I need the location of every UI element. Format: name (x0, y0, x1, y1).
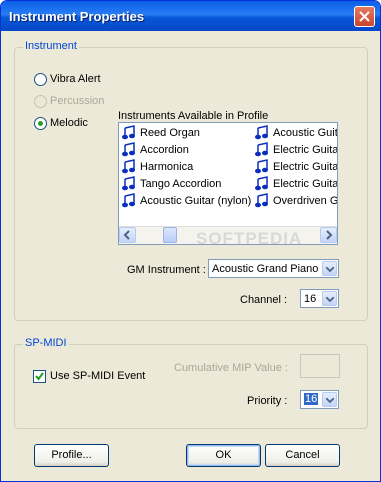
melodic-label[interactable]: Melodic (50, 117, 88, 129)
radio-melodic[interactable] (34, 117, 47, 130)
gm-instrument-label: GM Instrument : (127, 264, 206, 276)
title-bar[interactable]: Instrument Properties (1, 1, 380, 31)
scroll-left-button[interactable] (119, 227, 136, 243)
percussion-label[interactable]: Percussion (50, 95, 104, 107)
music-note-icon (122, 159, 135, 174)
music-note-icon (255, 142, 268, 157)
gm-instrument-select[interactable]: Acoustic Grand Piano (208, 259, 339, 278)
list-item-label: Electric Guitar (273, 144, 338, 156)
instrument-group-label: Instrument (23, 40, 79, 52)
sp-midi-group-label: SP-MIDI (23, 337, 69, 349)
cancel-button[interactable]: Cancel (265, 444, 340, 467)
priority-label: Priority : (247, 395, 288, 407)
chevron-down-icon (326, 297, 334, 302)
channel-select[interactable]: 16 (300, 289, 339, 308)
list-item-label: Overdriven Gu (273, 195, 338, 207)
priority-value: 16 (304, 393, 319, 405)
close-icon (359, 11, 370, 22)
music-note-icon (122, 142, 135, 157)
chevron-right-icon (326, 230, 333, 240)
list-item-label: Harmonica (140, 161, 194, 173)
radio-selected-dot (38, 121, 43, 126)
instrument-properties-dialog: Instrument Properties Instrument Vibra A… (0, 0, 381, 482)
use-sp-midi-event-checkbox[interactable] (33, 370, 46, 383)
window-title: Instrument Properties (9, 9, 145, 24)
music-note-icon (255, 176, 268, 191)
scroll-thumb[interactable] (163, 227, 177, 243)
vibra-alert-label[interactable]: Vibra Alert (50, 73, 101, 85)
instruments-listbox[interactable]: Reed Organ Accordion Harmonica Tango Acc… (118, 122, 338, 245)
music-note-icon (255, 193, 268, 208)
radio-vibra-alert[interactable] (34, 73, 47, 86)
list-item-label: Acoustic Guitar (nylon) (140, 195, 252, 207)
music-note-icon (122, 193, 135, 208)
priority-dropdown-button[interactable] (322, 392, 337, 407)
music-note-icon (255, 125, 268, 140)
channel-label: Channel : (240, 294, 288, 306)
chevron-down-icon (326, 398, 334, 403)
close-button[interactable] (354, 6, 375, 27)
gm-instrument-dropdown-button[interactable] (322, 261, 337, 276)
gm-instrument-value: Acoustic Grand Piano (212, 263, 319, 275)
chevron-down-icon (326, 267, 334, 272)
ok-button[interactable]: OK (186, 444, 261, 467)
cumulative-mip-label: Cumulative MIP Value : (174, 362, 288, 374)
instruments-list-label: Instruments Available in Profile (118, 110, 269, 122)
music-note-icon (122, 125, 135, 140)
radio-percussion[interactable] (34, 95, 47, 108)
cumulative-mip-field[interactable] (300, 354, 340, 378)
profile-button[interactable]: Profile... (34, 444, 109, 467)
chevron-left-icon (123, 230, 130, 240)
checkmark-icon (35, 372, 44, 381)
list-item-label: Electric Guitar (273, 178, 338, 190)
priority-select[interactable]: 16 (300, 390, 339, 409)
use-sp-midi-event-label[interactable]: Use SP-MIDI Event (50, 370, 145, 382)
channel-value: 16 (304, 293, 317, 305)
list-item-label: Acoustic Guita (273, 127, 338, 139)
music-note-icon (122, 176, 135, 191)
scroll-right-button[interactable] (320, 227, 337, 243)
music-note-icon (255, 159, 268, 174)
list-item-label: Tango Accordion (140, 178, 222, 190)
list-item-label: Electric Guitar (273, 161, 338, 173)
list-item-label: Reed Organ (140, 127, 200, 139)
channel-dropdown-button[interactable] (322, 291, 337, 306)
softpedia-watermark: SOFTPEDIA (196, 229, 303, 248)
list-item-label: Accordion (140, 144, 189, 156)
